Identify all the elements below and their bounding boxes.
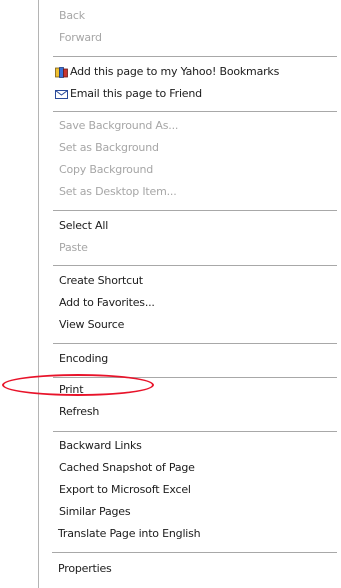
menu-item-select-all[interactable]: Select All — [59, 217, 108, 235]
context-menu: Back Forward Add this page to my Yahoo! … — [38, 0, 341, 588]
menu-item-forward[interactable]: Forward — [59, 29, 102, 47]
menu-item-label: Similar Pages — [59, 505, 131, 518]
menu-item-view-source[interactable]: View Source — [59, 316, 124, 334]
menu-item-label: Encoding — [59, 352, 109, 365]
menu-item-label: Refresh — [59, 405, 100, 418]
envelope-icon — [55, 90, 68, 99]
menu-item-refresh[interactable]: Refresh — [59, 403, 99, 421]
menu-separator — [53, 377, 337, 378]
menu-item-label: View Source — [59, 318, 125, 331]
menu-item-label: Select All — [59, 219, 109, 232]
menu-separator — [53, 343, 337, 344]
menu-separator — [53, 111, 337, 112]
menu-item-print[interactable]: Print — [59, 381, 84, 399]
menu-item-label: Cached Snapshot of Page — [59, 461, 195, 474]
menu-item-similar-pages[interactable]: Similar Pages — [59, 503, 131, 521]
menu-separator — [53, 56, 337, 57]
menu-item-label: Add to Favorites... — [59, 296, 155, 309]
menu-item-label: Copy Background — [59, 163, 154, 176]
menu-item-label: Print — [59, 383, 84, 396]
menu-separator — [53, 265, 337, 266]
menu-item-label: Properties — [58, 562, 112, 575]
menu-separator — [53, 431, 337, 432]
menu-item-set-as-background[interactable]: Set as Background — [59, 139, 159, 157]
menu-item-label: Set as Background — [59, 141, 159, 154]
menu-item-back[interactable]: Back — [59, 7, 85, 25]
menu-item-export-to-excel[interactable]: Export to Microsoft Excel — [59, 481, 191, 499]
menu-item-label: Email this page to Friend — [70, 87, 202, 100]
menu-item-label: Backward Links — [59, 439, 142, 452]
menu-item-paste[interactable]: Paste — [59, 239, 88, 257]
menu-item-translate-page[interactable]: Translate Page into English — [58, 525, 201, 543]
menu-item-encoding[interactable]: Encoding — [59, 350, 108, 368]
menu-item-properties[interactable]: Properties — [58, 560, 112, 578]
menu-item-label: Create Shortcut — [59, 274, 143, 287]
menu-item-save-background-as[interactable]: Save Background As... — [59, 117, 178, 135]
menu-item-add-to-favorites[interactable]: Add to Favorites... — [59, 294, 155, 312]
menu-item-cached-snapshot[interactable]: Cached Snapshot of Page — [59, 459, 195, 477]
yahoo-bookmark-icon — [55, 67, 68, 78]
menu-item-label: Save Background As... — [59, 119, 179, 132]
menu-item-copy-background[interactable]: Copy Background — [59, 161, 153, 179]
menu-item-label: Add this page to my Yahoo! Bookmarks — [70, 65, 280, 78]
menu-item-add-yahoo-bookmarks[interactable]: Add this page to my Yahoo! Bookmarks — [55, 63, 279, 81]
menu-item-label: Export to Microsoft Excel — [59, 483, 191, 496]
menu-item-create-shortcut[interactable]: Create Shortcut — [59, 272, 143, 290]
menu-item-set-as-desktop-item[interactable]: Set as Desktop Item... — [59, 183, 177, 201]
menu-item-label: Back — [59, 9, 85, 22]
menu-item-label: Forward — [59, 31, 102, 44]
menu-item-email-to-friend[interactable]: Email this page to Friend — [55, 85, 202, 103]
menu-item-label: Paste — [59, 241, 88, 254]
menu-item-label: Set as Desktop Item... — [59, 185, 177, 198]
menu-item-label: Translate Page into English — [58, 527, 201, 540]
menu-separator — [53, 210, 337, 211]
menu-item-backward-links[interactable]: Backward Links — [59, 437, 142, 455]
